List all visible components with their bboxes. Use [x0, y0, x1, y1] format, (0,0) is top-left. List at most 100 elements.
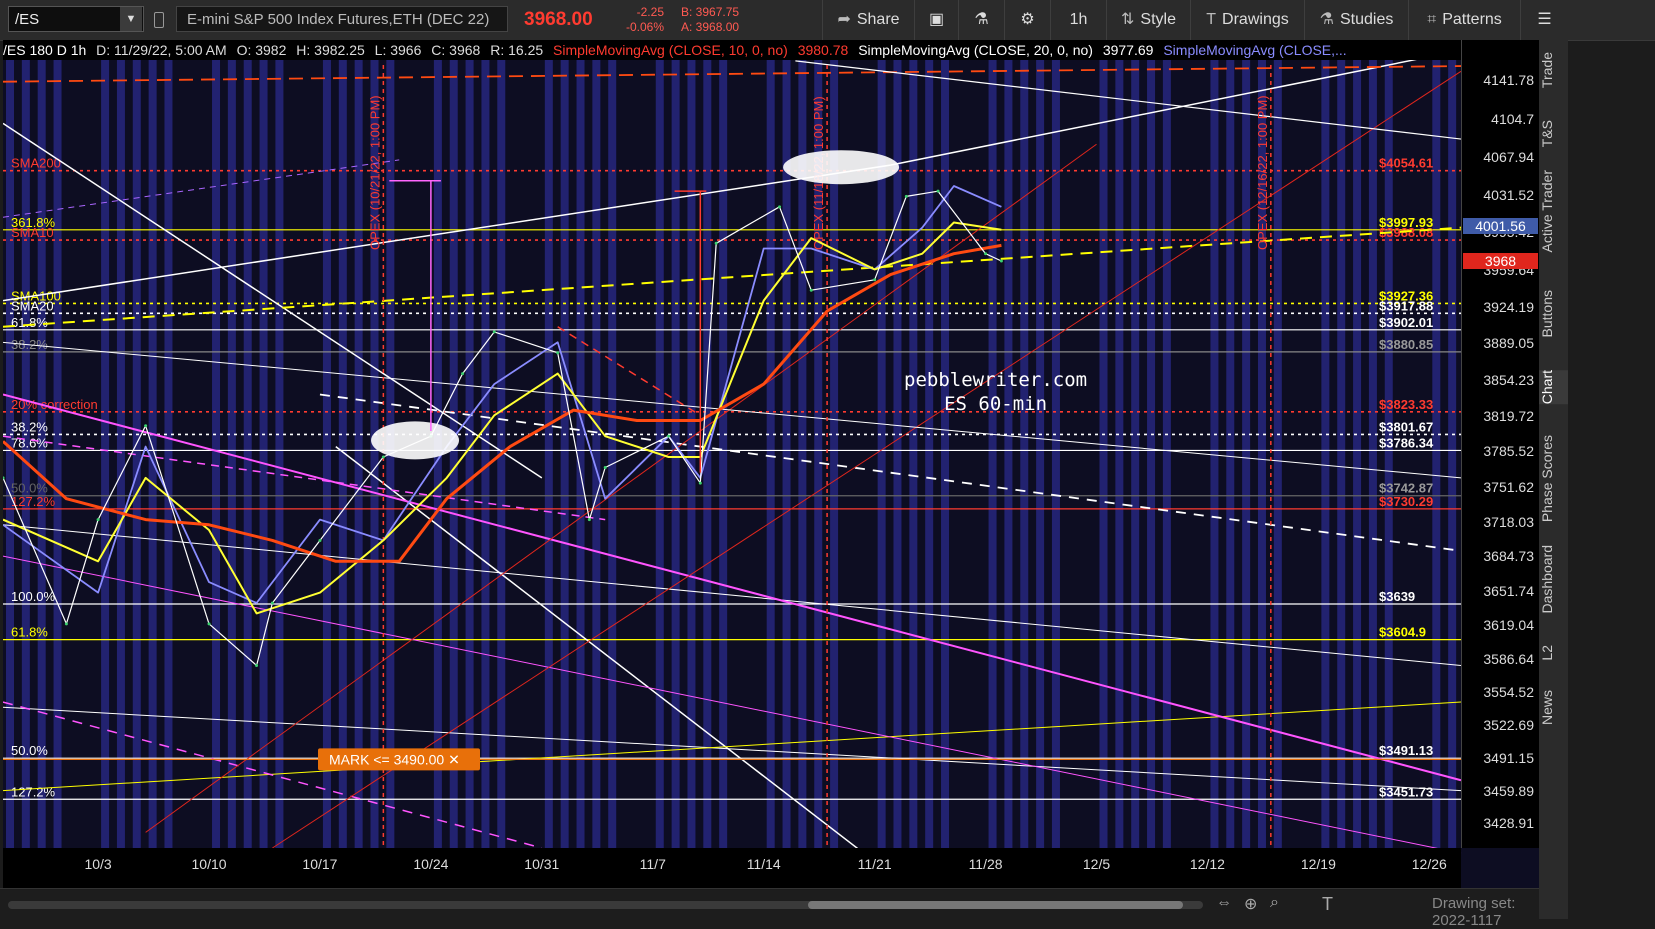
- highlight-oval: [783, 150, 900, 185]
- level-label-right: $3880.85: [1379, 337, 1433, 352]
- price-point: [984, 252, 988, 256]
- zoom-icon[interactable]: ⌕: [1270, 894, 1279, 912]
- sma10-study-value: 3980.78: [797, 42, 849, 58]
- session-stripe: [322, 60, 331, 848]
- drawing-tool-icon[interactable]: T: [1322, 894, 1333, 915]
- session-stripe: [782, 60, 791, 848]
- highlight-oval: [371, 421, 460, 460]
- chart-scrollbar[interactable]: [8, 901, 1203, 909]
- sma10-study-label[interactable]: SimpleMovingAvg (CLOSE, 10, 0, no): [553, 42, 788, 58]
- info-open: O: 3982: [236, 42, 287, 58]
- session-stripe: [1353, 60, 1362, 848]
- session-stripe: [53, 60, 62, 848]
- session-stripe: [941, 60, 950, 848]
- session-stripe: [719, 60, 728, 848]
- info-range: R: 16.25: [490, 42, 544, 58]
- date-tick: 11/7: [639, 856, 666, 872]
- crosshair-icon[interactable]: ⊕: [1244, 894, 1257, 914]
- price-tick: 3428.91: [1483, 815, 1534, 832]
- price-tick: 3718.03: [1483, 513, 1534, 530]
- link-icon[interactable]: [154, 12, 164, 28]
- session-stripe: [1337, 60, 1346, 848]
- session-stripe: [275, 60, 284, 848]
- side-tab-news[interactable]: News: [1539, 690, 1568, 725]
- screenshot-icon: ▣: [928, 11, 945, 28]
- date-tick: 10/10: [191, 856, 227, 872]
- date-tick: 10/24: [413, 856, 449, 872]
- drawings-button[interactable]: T Drawings: [1190, 0, 1304, 40]
- session-stripe: [766, 60, 775, 848]
- share-label: Share: [856, 11, 900, 28]
- price-badge: 3968: [1463, 253, 1538, 270]
- share-button[interactable]: ➦ Share: [822, 0, 914, 40]
- level-label-left: 127.2%: [11, 494, 56, 509]
- settings-button[interactable]: ⚙: [1004, 0, 1050, 40]
- chart-canvas[interactable]: SMA200 $4054.61361.8% $3997.93SMA10 $3988.0…: [3, 40, 1539, 888]
- studies-label: Studies: [1339, 11, 1394, 28]
- price-point: [492, 330, 496, 334]
- price-tick: 3522.69: [1483, 717, 1534, 734]
- screenshot-button[interactable]: ▣: [914, 0, 958, 40]
- price-point: [873, 278, 877, 282]
- style-button[interactable]: ⇅ Style: [1106, 0, 1190, 40]
- sma3-study-label[interactable]: SimpleMovingAvg (CLOSE,...: [1163, 42, 1346, 58]
- price-badge: 4001.56: [1463, 218, 1538, 235]
- side-tab-dashboard[interactable]: Dashboard: [1539, 545, 1568, 614]
- symbol-dropdown-icon[interactable]: ▼: [120, 7, 142, 31]
- price-point: [461, 372, 465, 376]
- session-stripe: [1226, 60, 1235, 848]
- side-tab-l2[interactable]: L2: [1539, 645, 1568, 661]
- price-tick: 4031.52: [1483, 186, 1534, 203]
- level-label-right: $3604.9: [1379, 625, 1426, 640]
- side-tab-buttons[interactable]: Buttons: [1539, 290, 1568, 337]
- session-stripe: [1051, 60, 1060, 848]
- timeframe-button[interactable]: 1h: [1050, 0, 1106, 40]
- session-stripe: [544, 60, 553, 848]
- menu-button[interactable]: ☰: [1520, 0, 1568, 40]
- level-label-right: $3801.67: [1379, 419, 1433, 434]
- sma20-study-value: 3977.69: [1102, 42, 1154, 58]
- level-label-right: $3639: [1379, 589, 1415, 604]
- drawing-set-label[interactable]: Drawing set: 2022-1117: [1432, 895, 1539, 929]
- session-stripe: [671, 60, 680, 848]
- side-tab-trade[interactable]: Trade: [1539, 52, 1568, 88]
- date-tick: 12/12: [1189, 856, 1225, 872]
- date-axis[interactable]: 10/3 10/10 10/17 10/24 10/31 11/7 11/14 11/21 11…: [3, 848, 1461, 888]
- opex-label: OPEX (10/21/22, 1:00 PM): [367, 95, 382, 250]
- trendline: [145, 143, 1097, 833]
- level-label-left: 100.0%: [11, 589, 56, 604]
- price-tick: 4067.94: [1483, 148, 1534, 165]
- price-axis[interactable]: 4141.784104.74067.944031.523995.423959.6…: [1461, 40, 1539, 848]
- price-point: [318, 538, 322, 542]
- price-point: [556, 351, 560, 355]
- session-stripe: [1115, 60, 1124, 848]
- price-tick: 3751.62: [1483, 478, 1534, 495]
- patterns-button[interactable]: ⌗ Patterns: [1408, 0, 1520, 40]
- price-point: [270, 601, 274, 605]
- sma20-study-label[interactable]: SimpleMovingAvg (CLOSE, 20, 0, no): [858, 42, 1093, 58]
- session-stripe: [687, 60, 696, 848]
- gear-icon: ⚙: [1020, 11, 1035, 28]
- opex-label: OPEX (12/16/22, 1:00 PM): [1255, 95, 1270, 250]
- price-point: [714, 241, 718, 245]
- scrollbar-thumb[interactable]: [808, 901, 1183, 909]
- side-tab-phase-scores[interactable]: Phase Scores: [1539, 435, 1568, 522]
- side-tab-chart[interactable]: Chart: [1539, 370, 1568, 405]
- studies-button[interactable]: ⚗ Studies: [1304, 0, 1408, 40]
- session-stripe: [212, 60, 221, 848]
- price-chart[interactable]: SMA200 $4054.61 361.8% $3997.93 SMA10 $3988.0…: [3, 40, 1539, 888]
- session-stripe: [37, 60, 46, 848]
- session-stripe: [1448, 60, 1457, 848]
- bid-ask: B: 3967.75 A: 3968.00: [681, 5, 739, 35]
- symbol-description: E-mini S&P 500 Index Futures,ETH (DEC 22…: [176, 6, 508, 32]
- side-tab-active-trader[interactable]: Active Trader: [1539, 170, 1568, 252]
- bid-value: B: 3967.75: [681, 5, 740, 19]
- mark-order-label[interactable]: MARK <= 3490.00 ✕: [329, 751, 460, 767]
- price-point: [778, 205, 782, 209]
- price-tick: 3819.72: [1483, 407, 1534, 424]
- side-tab-t-s[interactable]: T&S: [1539, 120, 1568, 147]
- flask-button[interactable]: ⚗: [958, 0, 1004, 40]
- expand-icon[interactable]: ⇔: [1216, 894, 1232, 912]
- session-stripe: [354, 60, 363, 848]
- level-label-left: 38.2%: [11, 419, 48, 434]
